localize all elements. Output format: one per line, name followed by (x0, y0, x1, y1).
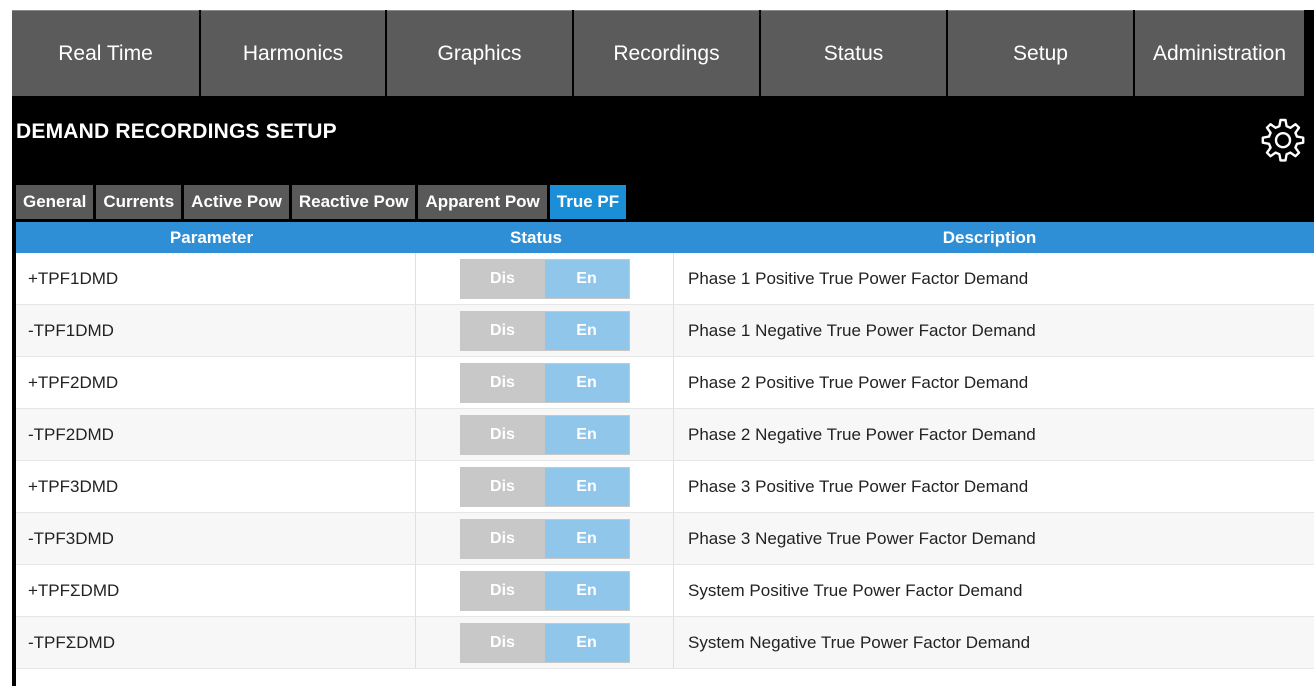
top-navigation: Real Time Harmonics Graphics Recordings … (12, 10, 1314, 98)
status-cell: Dis En (416, 253, 674, 304)
table-row: +TPF1DMD Dis En Phase 1 Positive True Po… (16, 253, 1314, 305)
table-row: -TPF3DMD Dis En Phase 3 Negative True Po… (16, 513, 1314, 565)
tab-general[interactable]: General (16, 185, 94, 219)
nav-setup[interactable]: Setup (948, 10, 1133, 96)
tab-active-pow[interactable]: Active Pow (184, 185, 289, 219)
table-row: -TPF2DMD Dis En Phase 2 Negative True Po… (16, 409, 1314, 461)
disable-button[interactable]: Dis (460, 571, 545, 610)
parameter-name: -TPF1DMD (16, 305, 416, 356)
tab-true-pf[interactable]: True PF (549, 185, 627, 219)
enable-button[interactable]: En (544, 311, 629, 350)
status-toggle: Dis En (459, 466, 630, 507)
gear-icon[interactable] (1258, 116, 1308, 166)
table-body: +TPF1DMD Dis En Phase 1 Positive True Po… (16, 253, 1314, 669)
enable-button[interactable]: En (544, 467, 629, 506)
parameter-description: Phase 1 Negative True Power Factor Deman… (688, 320, 1036, 340)
table-row: -TPF1DMD Dis En Phase 1 Negative True Po… (16, 305, 1314, 357)
disable-button[interactable]: Dis (460, 519, 545, 558)
parameter-name: -TPFΣDMD (16, 617, 416, 668)
status-cell: Dis En (416, 513, 674, 564)
parameter-description: System Negative True Power Factor Demand (688, 632, 1031, 652)
disable-button[interactable]: Dis (460, 415, 545, 454)
parameter-name: -TPF3DMD (16, 513, 416, 564)
parameter-name: +TPFΣDMD (16, 565, 416, 616)
parameter-description: Phase 3 Positive True Power Factor Deman… (688, 476, 1029, 496)
status-cell: Dis En (416, 565, 674, 616)
enable-button[interactable]: En (544, 571, 629, 610)
tab-currents[interactable]: Currents (96, 185, 182, 219)
column-header-status: Status (510, 227, 562, 247)
sub-tabs: General Currents Active Pow Reactive Pow… (16, 185, 629, 219)
nav-real-time[interactable]: Real Time (12, 10, 199, 96)
enable-button[interactable]: En (544, 363, 629, 402)
status-cell: Dis En (416, 305, 674, 356)
enable-button[interactable]: En (544, 623, 629, 662)
nav-status[interactable]: Status (761, 10, 946, 96)
parameter-description: Phase 2 Positive True Power Factor Deman… (688, 372, 1029, 392)
enable-button[interactable]: En (544, 415, 629, 454)
enable-button[interactable]: En (544, 259, 629, 298)
status-toggle: Dis En (459, 258, 630, 299)
tab-reactive-pow[interactable]: Reactive Pow (291, 185, 416, 219)
nav-recordings[interactable]: Recordings (574, 10, 759, 96)
tab-apparent-pow[interactable]: Apparent Pow (418, 185, 547, 219)
status-toggle: Dis En (459, 362, 630, 403)
table-row: -TPFΣDMD Dis En System Negative True Pow… (16, 617, 1314, 669)
status-cell: Dis En (416, 357, 674, 408)
status-cell: Dis En (416, 461, 674, 512)
app-frame: Real Time Harmonics Graphics Recordings … (12, 10, 1314, 686)
status-toggle: Dis En (459, 414, 630, 455)
status-cell: Dis En (416, 617, 674, 668)
parameter-name: +TPF2DMD (16, 357, 416, 408)
parameter-name: +TPF3DMD (16, 461, 416, 512)
status-cell: Dis En (416, 409, 674, 460)
column-header-parameter: Parameter (169, 227, 254, 247)
column-header-description: Description (942, 227, 1037, 247)
parameter-description: System Positive True Power Factor Demand (688, 580, 1023, 600)
parameter-description: Phase 3 Negative True Power Factor Deman… (688, 528, 1036, 548)
table-row: +TPF2DMD Dis En Phase 2 Positive True Po… (16, 357, 1314, 409)
parameter-name: -TPF2DMD (16, 409, 416, 460)
page-title: DEMAND RECORDINGS SETUP (16, 120, 337, 143)
disable-button[interactable]: Dis (460, 259, 545, 298)
disable-button[interactable]: Dis (460, 623, 545, 662)
disable-button[interactable]: Dis (460, 363, 545, 402)
nav-harmonics[interactable]: Harmonics (201, 10, 385, 96)
parameter-description: Phase 1 Positive True Power Factor Deman… (688, 268, 1029, 288)
table-header: Parameter Status Description (16, 222, 1314, 253)
disable-button[interactable]: Dis (460, 467, 545, 506)
parameters-table: Parameter Status Description +TPF1DMD Di… (16, 222, 1314, 686)
status-toggle: Dis En (459, 622, 630, 663)
parameter-description: Phase 2 Negative True Power Factor Deman… (688, 424, 1036, 444)
enable-button[interactable]: En (544, 519, 629, 558)
nav-graphics[interactable]: Graphics (387, 10, 572, 96)
status-toggle: Dis En (459, 570, 630, 611)
status-toggle: Dis En (459, 518, 630, 559)
nav-administration[interactable]: Administration (1135, 10, 1304, 96)
table-row: +TPFΣDMD Dis En System Positive True Pow… (16, 565, 1314, 617)
table-row: +TPF3DMD Dis En Phase 3 Positive True Po… (16, 461, 1314, 513)
parameter-name: +TPF1DMD (16, 253, 416, 304)
status-toggle: Dis En (459, 310, 630, 351)
disable-button[interactable]: Dis (460, 311, 545, 350)
